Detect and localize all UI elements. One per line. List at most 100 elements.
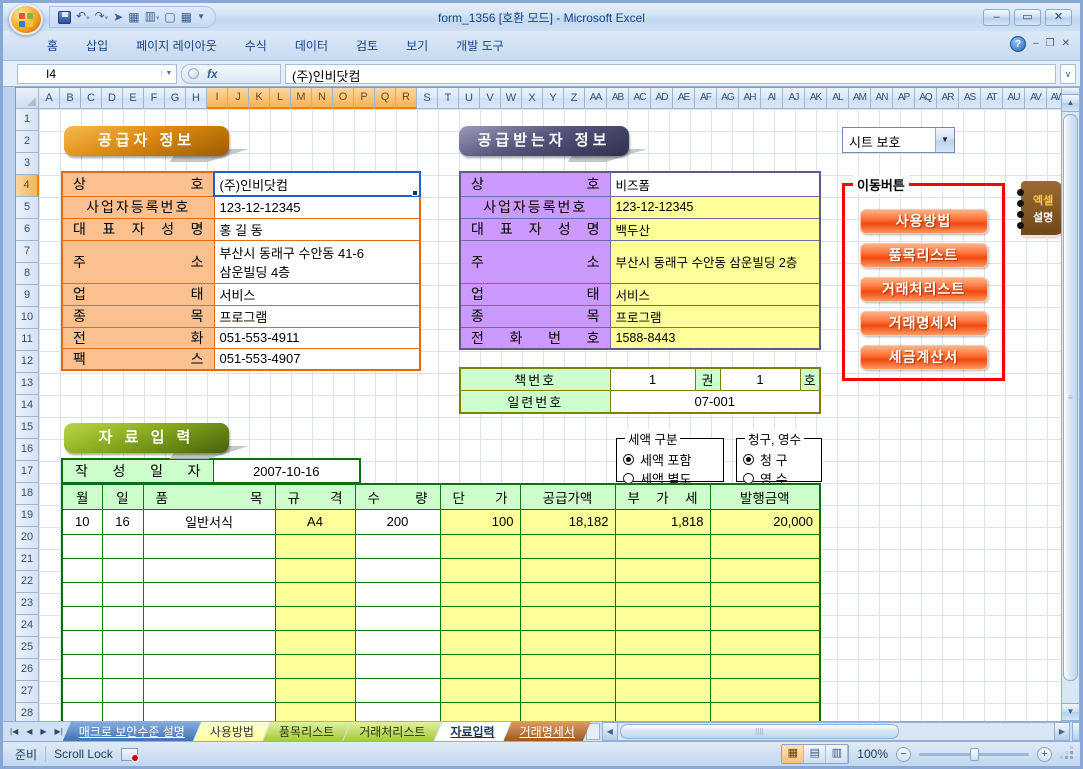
data-cell-empty[interactable] <box>710 606 820 630</box>
row-header-10[interactable]: 10 <box>16 307 39 329</box>
serial-no-label[interactable]: 일련번호 <box>460 390 610 413</box>
row-header-19[interactable]: 19 <box>16 505 39 527</box>
field-value[interactable]: 서비스 <box>214 283 420 305</box>
vertical-scroll-thumb[interactable]: ≡ <box>1063 114 1078 681</box>
data-column-header[interactable]: 공급가액 <box>520 484 615 509</box>
field-label[interactable]: 대 표 자 성 명 <box>62 218 214 240</box>
field-label[interactable]: 종 목 <box>62 305 214 327</box>
column-header-AW[interactable]: AW <box>1047 88 1061 109</box>
row-header-22[interactable]: 22 <box>16 571 39 593</box>
column-header-U[interactable]: U <box>459 88 480 109</box>
row-header-18[interactable]: 18 <box>16 483 39 505</box>
row-header-5[interactable]: 5 <box>16 197 39 219</box>
field-label[interactable]: 주 소 <box>62 240 214 283</box>
row-header-15[interactable]: 15 <box>16 417 39 439</box>
close-button[interactable]: ✕ <box>1045 9 1072 26</box>
sheet-protect-dropdown[interactable]: 시트 보호 ▼ <box>842 127 955 153</box>
data-cell-empty[interactable] <box>440 702 520 721</box>
row-header-24[interactable]: 24 <box>16 615 39 637</box>
data-cell-empty[interactable] <box>355 534 440 558</box>
data-cell-empty[interactable] <box>102 630 143 654</box>
column-header-W[interactable]: W <box>501 88 522 109</box>
field-label[interactable]: 사업자등록번호 <box>460 196 610 218</box>
row-header-8[interactable]: 8 <box>16 263 39 285</box>
data-cell-empty[interactable] <box>275 558 355 582</box>
data-cell-empty[interactable] <box>102 654 143 678</box>
data-cell-empty[interactable] <box>143 534 275 558</box>
radio-option[interactable]: 세액 포함 <box>623 450 717 469</box>
data-cell[interactable]: 1,818 <box>615 509 710 534</box>
page-break-view-button[interactable]: ▥ <box>826 745 848 763</box>
data-cell-empty[interactable] <box>710 534 820 558</box>
column-header-L[interactable]: L <box>270 88 291 109</box>
data-cell-empty[interactable] <box>520 534 615 558</box>
sheet-tab-0[interactable]: 매크로 보안수준 설명 <box>63 722 201 741</box>
data-column-header[interactable]: 부 가 세 <box>615 484 710 509</box>
vertical-split-handle[interactable] <box>1062 88 1079 95</box>
row-header-2[interactable]: 2 <box>16 131 39 153</box>
field-value[interactable]: 프로그램 <box>610 305 820 327</box>
data-cell-empty[interactable] <box>520 678 615 702</box>
sheet-tab-1[interactable]: 사용방법 <box>194 722 270 741</box>
row-header-27[interactable]: 27 <box>16 681 39 703</box>
resize-grip[interactable] <box>1060 747 1074 761</box>
column-header-AJ[interactable]: AJ <box>783 88 805 109</box>
field-value[interactable]: 051-553-4911 <box>214 327 420 348</box>
ribbon-tab-3[interactable]: 수식 <box>231 32 281 60</box>
radio-icon[interactable] <box>743 454 754 465</box>
formula-bar-expand-icon[interactable]: ∨ <box>1060 64 1076 84</box>
nav-button-3[interactable]: 거래명세서 <box>860 311 988 336</box>
field-label[interactable]: 전 화 <box>62 327 214 348</box>
data-cell-empty[interactable] <box>615 534 710 558</box>
data-cell-empty[interactable] <box>615 702 710 721</box>
book-no-label[interactable]: 책번호 <box>460 368 610 390</box>
ribbon-tab-2[interactable]: 페이지 레이아웃 <box>122 32 231 60</box>
radio-option[interactable]: 청 구 <box>743 450 815 469</box>
data-cell-empty[interactable] <box>440 606 520 630</box>
normal-view-button[interactable]: ▦ <box>782 745 804 763</box>
nav-button-4[interactable]: 세금계산서 <box>860 345 988 370</box>
field-value[interactable]: 백두산 <box>610 218 820 240</box>
data-cell[interactable]: 일반서식 <box>143 509 275 534</box>
column-header-AC[interactable]: AC <box>629 88 651 109</box>
data-cell-empty[interactable] <box>520 702 615 721</box>
data-cell[interactable]: 200 <box>355 509 440 534</box>
row-header-13[interactable]: 13 <box>16 373 39 395</box>
data-cell-empty[interactable] <box>355 702 440 721</box>
data-cell-empty[interactable] <box>62 630 102 654</box>
data-cell-empty[interactable] <box>143 558 275 582</box>
data-cell-empty[interactable] <box>62 702 102 721</box>
row-header-3[interactable]: 3 <box>16 153 39 175</box>
data-cell-empty[interactable] <box>355 606 440 630</box>
horizontal-scroll-thumb[interactable]: |||| <box>620 724 899 739</box>
maximize-button[interactable]: ▭ <box>1014 9 1041 26</box>
column-header-P[interactable]: P <box>354 88 375 109</box>
column-header-X[interactable]: X <box>522 88 543 109</box>
hscroll-right-icon[interactable]: ▶ <box>1054 722 1070 741</box>
row-header-25[interactable]: 25 <box>16 637 39 659</box>
scroll-down-icon[interactable]: ▼ <box>1062 703 1079 720</box>
data-cell-empty[interactable] <box>710 654 820 678</box>
book-no-unit-1[interactable]: 권 <box>695 368 720 390</box>
column-header-AR[interactable]: AR <box>937 88 959 109</box>
row-header-17[interactable]: 17 <box>16 461 39 483</box>
fx-icon[interactable]: fx <box>207 67 218 81</box>
data-cell-empty[interactable] <box>102 606 143 630</box>
field-label[interactable]: 사업자등록번호 <box>62 196 214 218</box>
data-column-header[interactable]: 수 량 <box>355 484 440 509</box>
zoom-slider-thumb[interactable] <box>970 748 979 761</box>
row-header-9[interactable]: 9 <box>16 285 39 307</box>
column-header-B[interactable]: B <box>60 88 81 109</box>
vertical-scroll-track[interactable]: ≡ <box>1062 112 1079 703</box>
data-cell-empty[interactable] <box>143 582 275 606</box>
nav-button-2[interactable]: 거래처리스트 <box>860 277 988 302</box>
data-cell-empty[interactable] <box>355 558 440 582</box>
horizontal-scroll-track[interactable]: |||| <box>618 722 1054 741</box>
data-cell-empty[interactable] <box>275 630 355 654</box>
help-icon[interactable]: ? <box>1010 36 1026 52</box>
book-no-value-1[interactable]: 1 <box>610 368 695 390</box>
last-sheet-icon[interactable]: ▶| <box>52 723 66 741</box>
field-value[interactable]: 프로그램 <box>214 305 420 327</box>
data-cell-empty[interactable] <box>102 582 143 606</box>
data-cell-empty[interactable] <box>62 678 102 702</box>
